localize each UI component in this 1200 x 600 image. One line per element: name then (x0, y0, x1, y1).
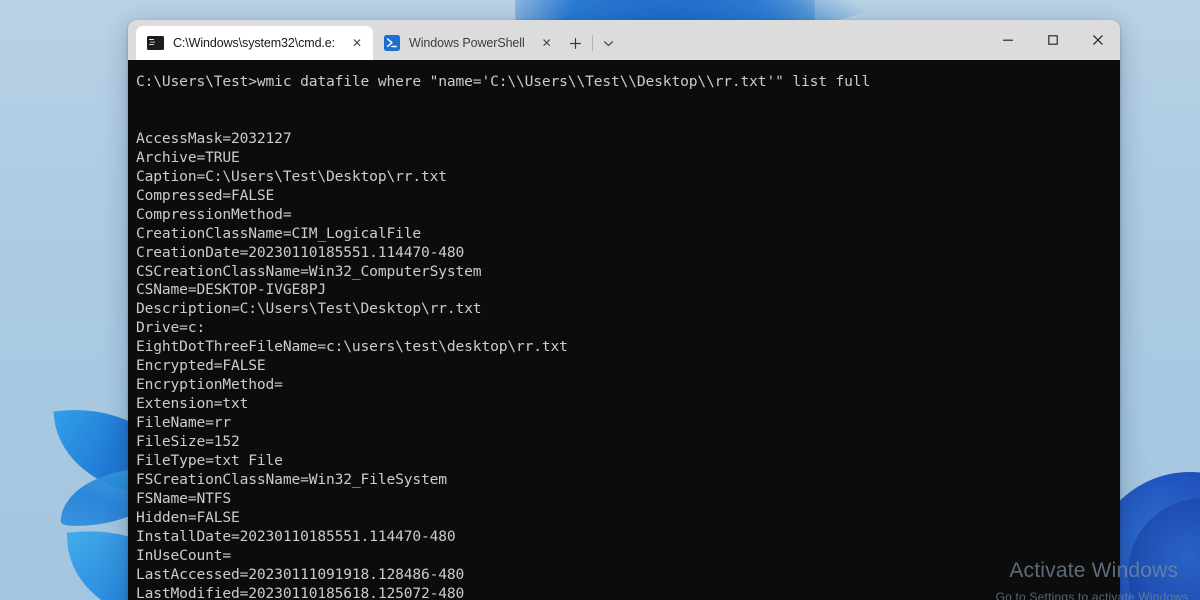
cmd-console-icon (147, 36, 164, 50)
close-button[interactable] (1075, 20, 1120, 60)
minimize-icon (1002, 39, 1013, 41)
maximize-icon (1047, 35, 1058, 45)
tab-powershell-label: Windows PowerShell (409, 36, 525, 50)
terminal-text: C:\Users\Test>wmic datafile where "name=… (136, 73, 871, 600)
titlebar-drag-area[interactable] (622, 20, 985, 60)
tabbar-divider (591, 35, 593, 51)
desktop-wallpaper: C:\Windows\system32\cmd.e: ✕ Windows Pow… (0, 0, 1200, 600)
terminal-window: C:\Windows\system32\cmd.e: ✕ Windows Pow… (128, 20, 1120, 600)
caption-buttons (985, 20, 1120, 60)
tab-dropdown-button[interactable] (596, 30, 622, 56)
title-bar[interactable]: C:\Windows\system32\cmd.e: ✕ Windows Pow… (128, 20, 1120, 60)
activate-windows-watermark: Activate Windows Go to Settings to activ… (996, 558, 1192, 600)
chevron-down-icon (604, 40, 614, 46)
watermark-title: Activate Windows (1009, 559, 1179, 582)
tab-cmd[interactable]: C:\Windows\system32\cmd.e: ✕ (136, 26, 374, 60)
plus-icon (570, 37, 582, 49)
watermark-subtitle: Go to Settings to activate Windows. (995, 590, 1192, 600)
new-tab-button[interactable] (563, 30, 589, 56)
tab-cmd-label: C:\Windows\system32\cmd.e: (173, 36, 336, 50)
tab-powershell[interactable]: Windows PowerShell ✕ (373, 26, 563, 60)
terminal-output-area[interactable]: C:\Users\Test>wmic datafile where "name=… (128, 60, 1120, 600)
tab-powershell-close-icon[interactable]: ✕ (537, 33, 557, 53)
maximize-button[interactable] (1030, 20, 1075, 60)
minimize-button[interactable] (985, 20, 1030, 60)
tab-cmd-close-icon[interactable]: ✕ (347, 33, 367, 53)
tab-strip: C:\Windows\system32\cmd.e: ✕ Windows Pow… (128, 20, 622, 60)
powershell-icon (384, 35, 401, 51)
close-icon (1092, 35, 1103, 45)
